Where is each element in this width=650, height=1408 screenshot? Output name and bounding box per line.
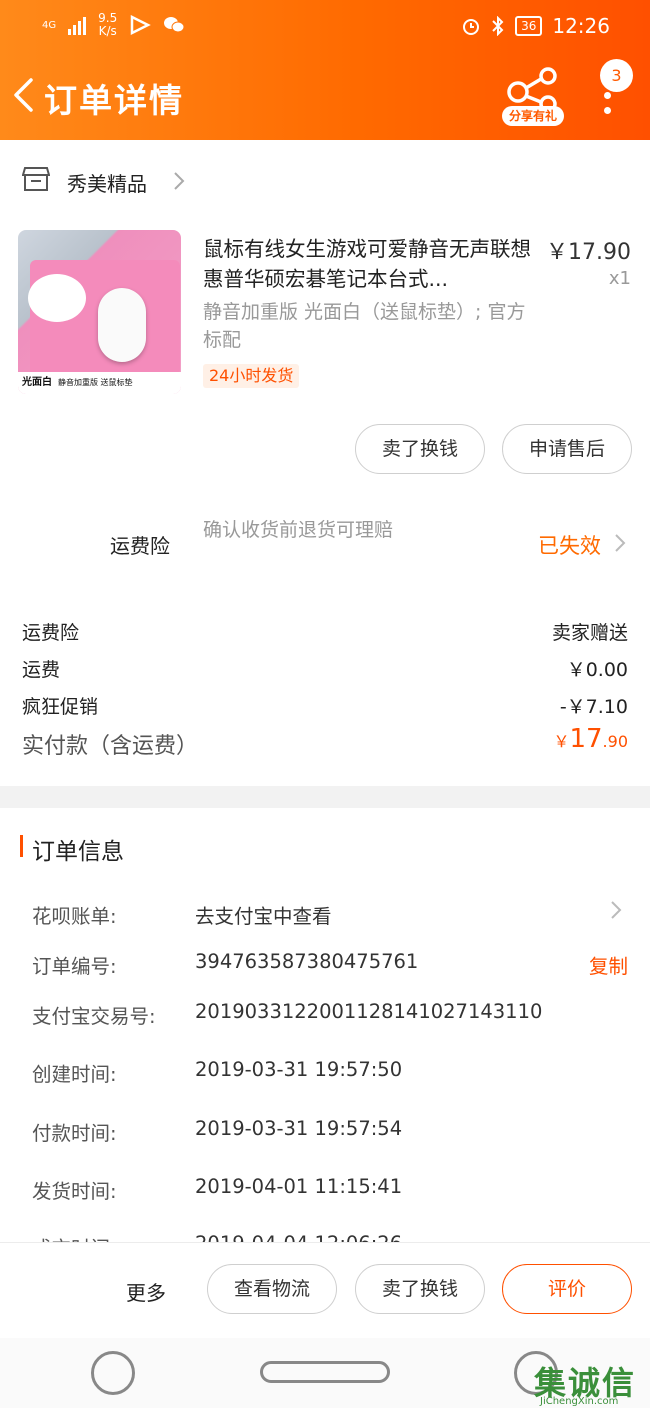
more-vertical-icon[interactable] (602, 92, 612, 120)
review-button[interactable]: 评价 (502, 1264, 632, 1314)
sell-button[interactable]: 卖了换钱 (355, 424, 485, 474)
share-reward-label[interactable]: 分享有礼 (502, 106, 564, 126)
signal-icon (68, 15, 87, 35)
order-info-title: 订单信息 (20, 832, 124, 866)
fee-row-shipping: 运费 ￥0.00 (22, 659, 628, 681)
insurance-status[interactable]: 已失效 (538, 530, 601, 560)
notification-badge: 3 (600, 59, 633, 92)
more-button[interactable]: 更多 (126, 1277, 166, 1306)
product-title[interactable]: 鼠标有线女生游戏可爱静音无声联想惠普华硕宏碁笔记本台式... (203, 234, 533, 294)
page-title: 订单详情 (44, 81, 184, 120)
chevron-right-icon[interactable] (614, 533, 626, 553)
shop-icon (22, 167, 50, 191)
copy-button[interactable]: 复制 (589, 950, 628, 979)
home-gesture-bar[interactable] (260, 1361, 390, 1383)
kitty-graphic (28, 274, 86, 322)
watermark-logo: 集诚信 JiChengXin.com (534, 1358, 646, 1407)
clock: 12:26 (552, 14, 610, 38)
sell-button-bottom[interactable]: 卖了换钱 (355, 1264, 485, 1314)
image-caption: 光面白 静音加重版 送鼠标垫 (18, 372, 181, 394)
view-logistics-button[interactable]: 查看物流 (207, 1264, 337, 1314)
shop-name: 秀美精品 (67, 172, 147, 196)
section-divider (0, 786, 650, 808)
alarm-icon (463, 19, 480, 35)
shipping-tag: 24小时发货 (203, 364, 300, 388)
battery-indicator: 36 (515, 16, 543, 36)
total-label: 实付款（含运费） (22, 734, 199, 759)
chevron-right-icon (174, 172, 185, 190)
total-amount: ￥17.90 (553, 724, 628, 754)
watermark-sub: JiChengXin.com (540, 1396, 619, 1407)
wechat-icon (164, 17, 185, 33)
status-bar: 4G 9.5 K/s 36 12:26 (0, 0, 650, 52)
mouse-graphic (98, 288, 146, 362)
shop-row[interactable]: 秀美精品 (0, 140, 650, 222)
product-price: ￥17.90 (546, 240, 631, 265)
product-image[interactable]: 光面白 静音加重版 送鼠标垫 (18, 230, 181, 394)
back-arrow-icon[interactable] (12, 78, 34, 112)
insurance-description: 确认收货前退货可理赔 (203, 519, 394, 541)
product-sku: 静音加重版 光面白（送鼠标垫）; 官方标配 (203, 301, 526, 351)
fee-row-promotion: 疯狂促销 -￥7.10 (22, 696, 628, 718)
insurance-label: 运费险 (110, 534, 170, 558)
header-bar: 4G 9.5 K/s 36 12:26 订单详情 分享有礼 3 (0, 0, 650, 140)
play-icon (130, 15, 152, 35)
bluetooth-icon (492, 16, 504, 36)
nav-app-icon[interactable] (91, 1351, 135, 1395)
product-quantity: x1 (608, 268, 631, 289)
total-paid-row: 实付款（含运费） ￥17.90 (22, 724, 628, 760)
after-sale-button[interactable]: 申请售后 (502, 424, 632, 474)
fee-row-insurance: 运费险 卖家赠送 (22, 622, 628, 644)
network-speed: 9.5 K/s (98, 11, 118, 38)
chevron-right-icon[interactable] (610, 900, 622, 920)
network-type: 4G (42, 19, 57, 31)
